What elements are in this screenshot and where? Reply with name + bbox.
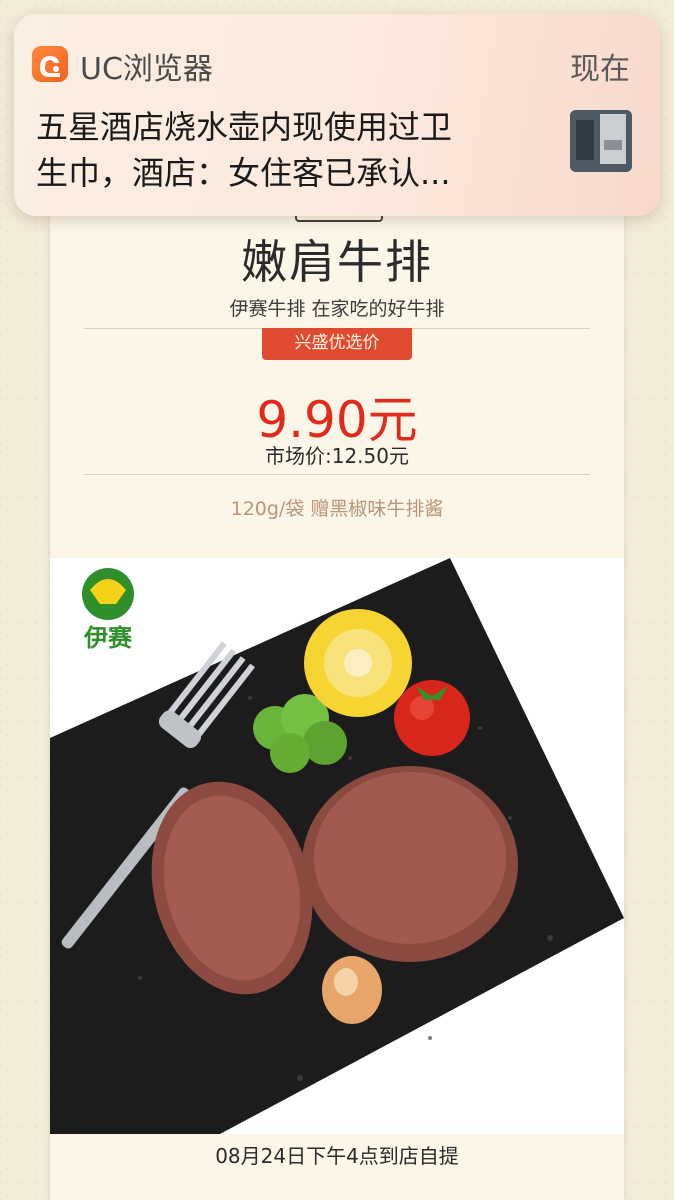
- market-price: 市场价:12.50元: [265, 444, 409, 468]
- corn-graphic: [304, 609, 412, 717]
- uc-browser-icon: [32, 46, 68, 82]
- promo-badge: 兴盛优选价: [262, 328, 412, 360]
- steak-photo: 伊赛: [50, 558, 624, 1134]
- product-card[interactable]: 嫩肩牛排 伊赛牛排 在家吃的好牛排 兴盛优选价 9.90元 市场价:12.50元…: [50, 196, 624, 1200]
- product-subtitle: 伊赛牛排 在家吃的好牛排: [229, 298, 445, 320]
- shallot-graphic: [322, 956, 382, 1024]
- notification-time: 现在: [570, 52, 630, 87]
- notification-thumbnail: [570, 110, 632, 172]
- push-notification[interactable]: UC浏览器 现在 五星酒店烧水壶内现使用过卫 生巾，酒店：女住客已承认...: [14, 14, 660, 216]
- brand-logo: 伊赛: [56, 562, 160, 658]
- notification-line-1: 五星酒店烧水壶内现使用过卫: [36, 108, 453, 146]
- product-spec: 120g/袋 赠黑椒味牛排酱: [230, 498, 444, 520]
- brand-logo-text: 伊赛: [83, 624, 133, 652]
- notification-app-name: UC浏览器: [80, 52, 213, 87]
- pickup-note: 08月24日下午4点到店自提: [215, 1144, 459, 1168]
- notification-line-2: 生巾，酒店：女住客已承认...: [36, 154, 451, 192]
- product-title: 嫩肩牛排: [241, 235, 433, 289]
- tomato-graphic: [394, 680, 470, 756]
- divider: [84, 474, 590, 475]
- notification-body: 五星酒店烧水壶内现使用过卫 生巾，酒店：女住客已承认...: [36, 104, 546, 196]
- product-image[interactable]: 伊赛: [50, 558, 624, 1134]
